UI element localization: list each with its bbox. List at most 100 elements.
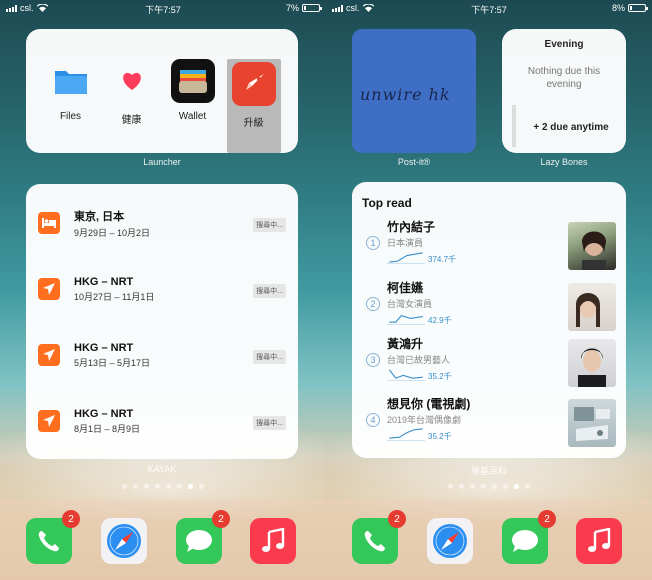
- notification-badge: 2: [388, 510, 406, 528]
- launcher-item-files[interactable]: Files: [44, 59, 98, 153]
- launcher-item-wallet[interactable]: Wallet: [166, 59, 220, 153]
- page-indicator[interactable]: [326, 484, 652, 489]
- rank-number: 4: [366, 413, 380, 427]
- heart-icon[interactable]: [110, 59, 154, 103]
- trip-dates: 8月1日 – 8月9日: [74, 423, 141, 434]
- bed-icon: [38, 212, 60, 234]
- trip-title: HKG – NRT: [74, 275, 134, 288]
- rank-number: 1: [366, 236, 380, 250]
- page-dot: [459, 484, 464, 489]
- music-note-icon: [262, 528, 285, 552]
- sparkline-icon: [387, 369, 425, 381]
- top-read-entry[interactable]: 1 竹內結子 日本演員 374.7千: [360, 218, 622, 278]
- sparkline-icon: [387, 315, 425, 325]
- trip-row[interactable]: HKG – NRT 10月27日 – 11月1日 搜尋中...: [38, 256, 286, 322]
- trip-title: 東京, 日本: [74, 210, 125, 223]
- widget-caption-kayak: KAYAK: [147, 464, 177, 474]
- view-count: 42.9千: [428, 316, 452, 325]
- widget-caption-lazybones: Lazy Bones: [540, 157, 588, 167]
- article-title: 柯佳嬿: [387, 281, 424, 295]
- article-description: 台灣已故男藝人: [387, 355, 451, 365]
- notification-badge: 2: [538, 510, 556, 528]
- launcher-widget: Files 健康 Wallet 升級: [26, 29, 298, 153]
- page-dot: [155, 484, 160, 489]
- searching-badge: 搜尋中...: [253, 284, 286, 298]
- page-indicator[interactable]: [0, 484, 326, 489]
- wallet-icon[interactable]: [170, 59, 215, 103]
- phone-app[interactable]: 2: [26, 510, 80, 564]
- plane-icon: [38, 278, 60, 300]
- article-title: 竹內結子: [387, 220, 436, 234]
- page-dot: [199, 484, 204, 489]
- widget-caption-wikipedia: 維基百科: [470, 466, 507, 476]
- clock: 下午7:57: [145, 5, 181, 15]
- nothing-due-text: Nothing due this evening: [527, 66, 601, 90]
- due-anytime-text: + 2 due anytime: [533, 122, 609, 133]
- article-description: 2019年台灣偶像劇: [387, 415, 462, 425]
- lazybones-widget[interactable]: Evening Nothing due this evening + 2 due…: [502, 29, 626, 153]
- phone-icon: [364, 531, 385, 552]
- top-read-entry[interactable]: 2 柯佳嬿 台灣女演員 42.9千: [360, 279, 622, 339]
- page-dot: [448, 484, 453, 489]
- trip-title: HKG – NRT: [74, 341, 134, 354]
- top-read-entry[interactable]: 4 想見你 (電視劇) 2019年台灣偶像劇 35.2千: [360, 395, 622, 455]
- article-thumbnail: [568, 222, 616, 270]
- launcher-item-upgrade[interactable]: 升級: [226, 59, 281, 153]
- home-screen-left: csl. 下午7:57 7% Files 健康 Wallet 升級 Launch…: [0, 0, 326, 580]
- handwritten-note: unwire hk: [360, 85, 451, 104]
- page-dot: [492, 484, 497, 489]
- trip-row[interactable]: HKG – NRT 5月13日 – 5月17日 搜尋中...: [38, 322, 286, 388]
- widget-caption-postit: Post-it®: [397, 157, 431, 167]
- article-thumbnail: [568, 339, 616, 387]
- trip-row[interactable]: 東京, 日本 9月29日 – 10月2日 搜尋中...: [38, 190, 286, 256]
- messages-app[interactable]: 2: [502, 510, 556, 564]
- rank-number: 3: [366, 353, 380, 367]
- rank-number: 2: [366, 297, 380, 311]
- notification-badge: 2: [62, 510, 80, 528]
- music-note-icon: [588, 528, 611, 552]
- kayak-widget: 東京, 日本 9月29日 – 10月2日 搜尋中... HKG – NRT 10…: [26, 184, 298, 459]
- notification-badge: 2: [212, 510, 230, 528]
- rocket-icon[interactable]: [231, 62, 276, 106]
- trip-dates: 9月29日 – 10月2日: [74, 227, 151, 238]
- view-count: 35.2千: [428, 372, 452, 381]
- clock: 下午7:57: [471, 5, 507, 15]
- page-dot: [481, 484, 486, 489]
- article-description: 日本演員: [387, 238, 424, 248]
- safari-app[interactable]: [101, 518, 147, 564]
- searching-badge: 搜尋中...: [253, 350, 286, 364]
- messages-app[interactable]: 2: [176, 510, 230, 564]
- battery-percent: 7%: [285, 3, 299, 13]
- battery-percent: 8%: [611, 3, 625, 13]
- music-app[interactable]: [250, 518, 296, 564]
- sparkline-icon: [387, 428, 425, 441]
- phone-app[interactable]: 2: [352, 510, 406, 564]
- speech-bubble-icon: [186, 530, 212, 552]
- music-app[interactable]: [576, 518, 622, 564]
- page-dot-active: [514, 484, 519, 489]
- dock: 2 2: [326, 500, 652, 580]
- article-title: 黃鴻升: [387, 337, 424, 351]
- trip-dates: 5月13日 – 5月17日: [74, 357, 151, 368]
- page-dot: [166, 484, 171, 489]
- safari-app[interactable]: [427, 518, 473, 564]
- page-dot: [122, 484, 127, 489]
- view-count: 374.7千: [428, 255, 457, 264]
- article-title: 想見你 (電視劇): [387, 397, 471, 411]
- postit-widget[interactable]: unwire hk: [352, 29, 476, 153]
- status-bar: csl. 下午7:57 7%: [0, 0, 326, 16]
- wikipedia-widget: Top read 1 竹內結子 日本演員 374.7千 2 柯佳嬿 台灣女演員 …: [352, 182, 626, 458]
- sparkline-icon: [387, 252, 425, 264]
- launcher-item-health[interactable]: 健康: [105, 59, 159, 153]
- speech-bubble-icon: [512, 530, 538, 552]
- top-read-entry[interactable]: 3 黃鴻升 台灣已故男藝人 35.2千: [360, 335, 622, 395]
- compass-icon: [107, 524, 141, 558]
- trip-row[interactable]: HKG – NRT 8月1日 – 8月9日 搜尋中...: [38, 388, 286, 454]
- launcher-item-label: Files: [59, 111, 82, 122]
- page-dot-active: [188, 484, 193, 489]
- folder-icon[interactable]: [49, 59, 93, 103]
- page-dot: [144, 484, 149, 489]
- dock: 2 2: [0, 500, 326, 580]
- page-dot: [525, 484, 530, 489]
- page-dot: [470, 484, 475, 489]
